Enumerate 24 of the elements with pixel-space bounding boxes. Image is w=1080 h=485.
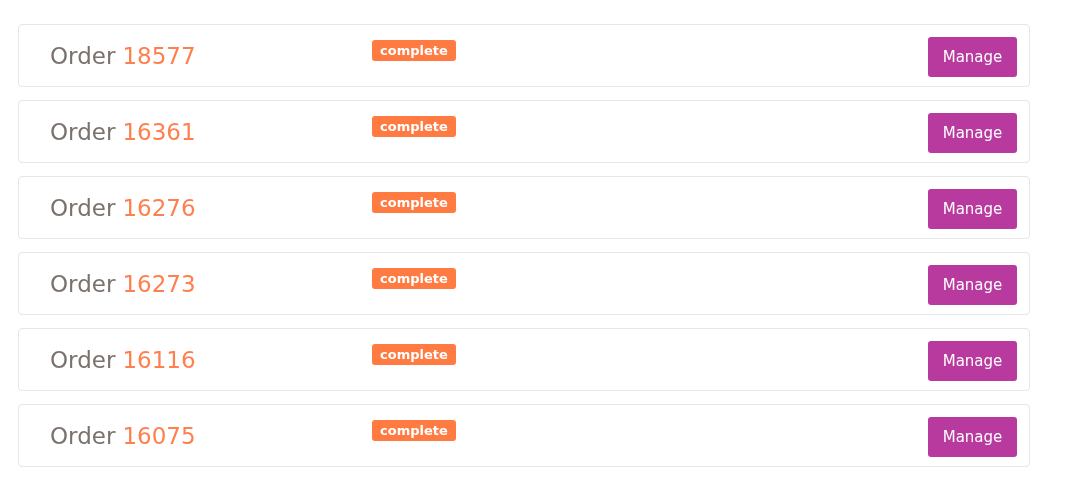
order-label: Order (50, 346, 116, 373)
order-label: Order (50, 194, 116, 221)
order-label: Order (50, 270, 116, 297)
order-number: 16276 (122, 194, 196, 221)
manage-button[interactable]: Manage (928, 112, 1017, 153)
status-badge: complete (372, 344, 456, 365)
order-label: Order (50, 118, 116, 145)
order-number: 16116 (122, 346, 196, 373)
status-badge: complete (372, 116, 456, 137)
manage-button[interactable]: Manage (928, 416, 1017, 457)
status-badge: complete (372, 420, 456, 441)
manage-button[interactable]: Manage (928, 188, 1017, 229)
order-number: 16361 (122, 118, 196, 145)
order-label: Order (50, 42, 116, 69)
order-number: 16273 (122, 270, 196, 297)
status-badge: complete (372, 192, 456, 213)
manage-button[interactable]: Manage (928, 36, 1017, 77)
status-badge: complete (372, 40, 456, 61)
order-label: Order (50, 422, 116, 449)
manage-button[interactable]: Manage (928, 264, 1017, 305)
status-badge: complete (372, 268, 456, 289)
order-number: 16075 (122, 422, 196, 449)
order-number: 18577 (122, 42, 196, 69)
manage-button[interactable]: Manage (928, 340, 1017, 381)
